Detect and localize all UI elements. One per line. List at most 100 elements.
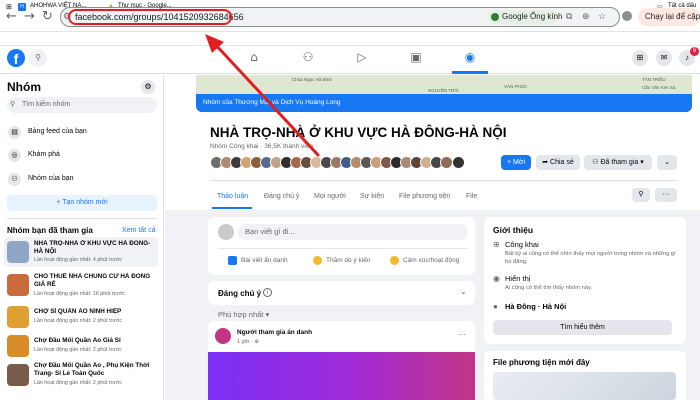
- group-name: Chợ Đầu Mối Quần Áo , Phụ Kiện Thời Tran…: [34, 362, 150, 377]
- profile-avatar[interactable]: [622, 11, 632, 21]
- group-thumbnail: [7, 335, 29, 357]
- joined-dropdown-button[interactable]: ⚇ Đã tham gia ▾: [584, 155, 652, 170]
- group-name: CHỢ SỈ QUẦN ÁO NINH HIỆP: [34, 308, 122, 315]
- marketplace-tab-icon[interactable]: ▣: [406, 50, 426, 66]
- bookmark-ahohwa[interactable]: AHOHWA VIỆT NA...: [30, 3, 86, 9]
- divider: [210, 180, 677, 181]
- back-icon[interactable]: ←: [6, 9, 17, 24]
- map-label: Chùa Ngọc Hà Bình: [292, 77, 333, 82]
- composer-input[interactable]: Bạn viết gì đi...: [238, 224, 468, 240]
- map-label: VĂN PHÚC: [504, 84, 528, 89]
- notification-count-badge: 6: [690, 47, 699, 56]
- anonymous-post-button[interactable]: Bài viết ẩn danh: [241, 257, 288, 264]
- create-group-button[interactable]: + Tạo nhóm mới: [7, 195, 157, 211]
- post-author[interactable]: Người tham gia ẩn danh: [237, 329, 312, 336]
- sidebar-title: Nhóm: [7, 80, 41, 94]
- menu-grid-icon[interactable]: ⊞: [632, 50, 648, 66]
- group-name: Chợ Đầu Mối Quần Áo Giá Sỉ: [34, 337, 121, 344]
- post-media[interactable]: [208, 352, 475, 400]
- group-thumbnail: [7, 306, 29, 328]
- facebook-top-bar: [0, 46, 700, 74]
- translate-icon[interactable]: ⧉: [566, 11, 572, 22]
- member-avatar[interactable]: [452, 156, 465, 169]
- avatar[interactable]: [215, 328, 231, 344]
- tab-events[interactable]: Sự kiện: [360, 193, 384, 200]
- group-activity-time: Lần hoạt động gần nhất: 4 phút trước: [34, 257, 123, 263]
- bookmark-all[interactable]: Tất cả dấu: [668, 3, 696, 9]
- invite-button[interactable]: + Mời: [501, 155, 531, 170]
- learn-more-button[interactable]: Tìm hiểu thêm: [493, 320, 672, 335]
- folder-icon: ▭: [657, 4, 663, 10]
- map-label: NGUYỄN TRÃI: [428, 88, 459, 93]
- settings-gear-icon[interactable]: ⚙: [141, 80, 155, 94]
- see-all-link[interactable]: Xem tất cả: [122, 227, 155, 234]
- poll-button[interactable]: Thăm dò ý kiến: [326, 257, 370, 264]
- tab-discussion[interactable]: Thảo luận: [217, 193, 248, 200]
- forward-icon[interactable]: →: [24, 9, 35, 24]
- reload-icon[interactable]: ↻: [42, 9, 53, 24]
- search-icon[interactable]: ⚲: [29, 49, 47, 67]
- zoom-icon[interactable]: ⊕: [582, 11, 590, 22]
- group-activity-time: Lần hoạt động gần nhất: 2 phút trước: [34, 380, 123, 386]
- lens-icon: [491, 13, 499, 21]
- friends-tab-icon[interactable]: ⚇: [298, 50, 318, 66]
- facebook-logo[interactable]: f: [7, 49, 25, 67]
- feed-icon: ▤: [8, 126, 21, 139]
- privacy-heading: Công khai: [505, 240, 539, 249]
- media-thumbnail[interactable]: [493, 372, 676, 400]
- bookmark-star-icon[interactable]: ☆: [598, 11, 606, 22]
- google-drive-icon: ▲: [108, 3, 114, 9]
- feeling-activity-button[interactable]: Cảm xúc/hoạt động: [403, 257, 459, 264]
- more-options-icon[interactable]: ···: [655, 188, 677, 202]
- groups-tab-icon[interactable]: ◉: [460, 50, 480, 66]
- eye-icon: ◉: [493, 274, 500, 283]
- bookmark-google-folder[interactable]: Thư mục - Google...: [118, 3, 172, 9]
- active-tab-indicator: [452, 71, 488, 74]
- visibility-description: Ai cũng có thể tìm thấy nhóm này.: [505, 285, 593, 291]
- globe-icon: ⊕: [493, 240, 500, 249]
- joined-groups-heading: Nhóm bạn đã tham gia: [7, 226, 93, 235]
- group-owner-text[interactable]: Nhóm của Thương Mại và Dịch Vụ Hoàng Lon…: [203, 99, 340, 106]
- group-name: NHÀ TRỌ-NHÀ Ở KHU VỰC HÀ ĐÔNG-HÀ NỘI: [34, 240, 151, 255]
- tab-files[interactable]: File: [466, 193, 477, 200]
- bookmarks-bar: [0, 32, 700, 46]
- compass-icon: ◎: [8, 149, 21, 162]
- home-tab-icon[interactable]: ⌂: [244, 50, 264, 66]
- featured-label: Đáng chú ý: [218, 289, 262, 298]
- share-button[interactable]: ➦ Chia sẻ: [536, 155, 580, 170]
- privacy-description: Bất kỳ ai cũng có thể nhìn thấy mọi ngườ…: [505, 251, 676, 265]
- apps-grid-icon[interactable]: ⊞: [6, 3, 12, 11]
- sort-dropdown[interactable]: Phù hợp nhất ▾: [218, 310, 269, 319]
- relaunch-to-update-button[interactable]: Chạy lại để cập nhật: [638, 8, 700, 26]
- divider: [218, 248, 468, 249]
- video-tab-icon[interactable]: ▷: [352, 50, 372, 66]
- sidebar-item-label: Nhóm của bạn: [28, 175, 74, 182]
- avatar[interactable]: [218, 224, 234, 240]
- tab-media[interactable]: File phương tiện: [399, 193, 450, 200]
- group-name: CHO THUÊ NHÀ CHUNG CƯ HÀ ĐÔNG GIÁ RẺ: [34, 273, 151, 288]
- more-options-icon[interactable]: ···: [458, 330, 466, 339]
- group-meta[interactable]: Nhóm Công khai · 36,5K thành viên: [210, 143, 313, 150]
- chevron-down-icon[interactable]: ⌄: [657, 155, 677, 170]
- tab-featured[interactable]: Đáng chú ý: [264, 193, 299, 200]
- info-icon[interactable]: i: [263, 288, 272, 297]
- feeling-icon: [390, 256, 399, 265]
- search-icon[interactable]: ⚲: [632, 188, 650, 202]
- chevron-down-icon[interactable]: ⌄: [460, 287, 467, 296]
- group-activity-time: Lần hoạt động gần nhất: 2 phút trước: [34, 347, 123, 353]
- groups-icon: ⚇: [8, 173, 21, 186]
- group-search-input[interactable]: Tìm kiếm nhóm: [7, 97, 157, 113]
- map-label: TÂN TRIỀU: [642, 77, 666, 82]
- location-text[interactable]: Hà Đông · Hà Nội: [505, 302, 566, 311]
- messenger-icon[interactable]: ✉: [656, 50, 672, 66]
- location-pin-icon: ●: [493, 302, 498, 311]
- divider: [7, 218, 157, 219]
- joined-label: Đã tham gia: [600, 159, 639, 166]
- active-tab-indicator: [212, 207, 252, 209]
- visibility-heading: Hiển thị: [505, 274, 531, 283]
- search-icon: ⚲: [10, 101, 16, 108]
- post-time[interactable]: 1 giờ · ⊕: [237, 339, 259, 345]
- sort-label: Phù hợp nhất: [218, 310, 264, 319]
- sidebar-item-label: Bảng feed của bạn: [28, 128, 87, 135]
- tab-people[interactable]: Mọi người: [314, 193, 346, 200]
